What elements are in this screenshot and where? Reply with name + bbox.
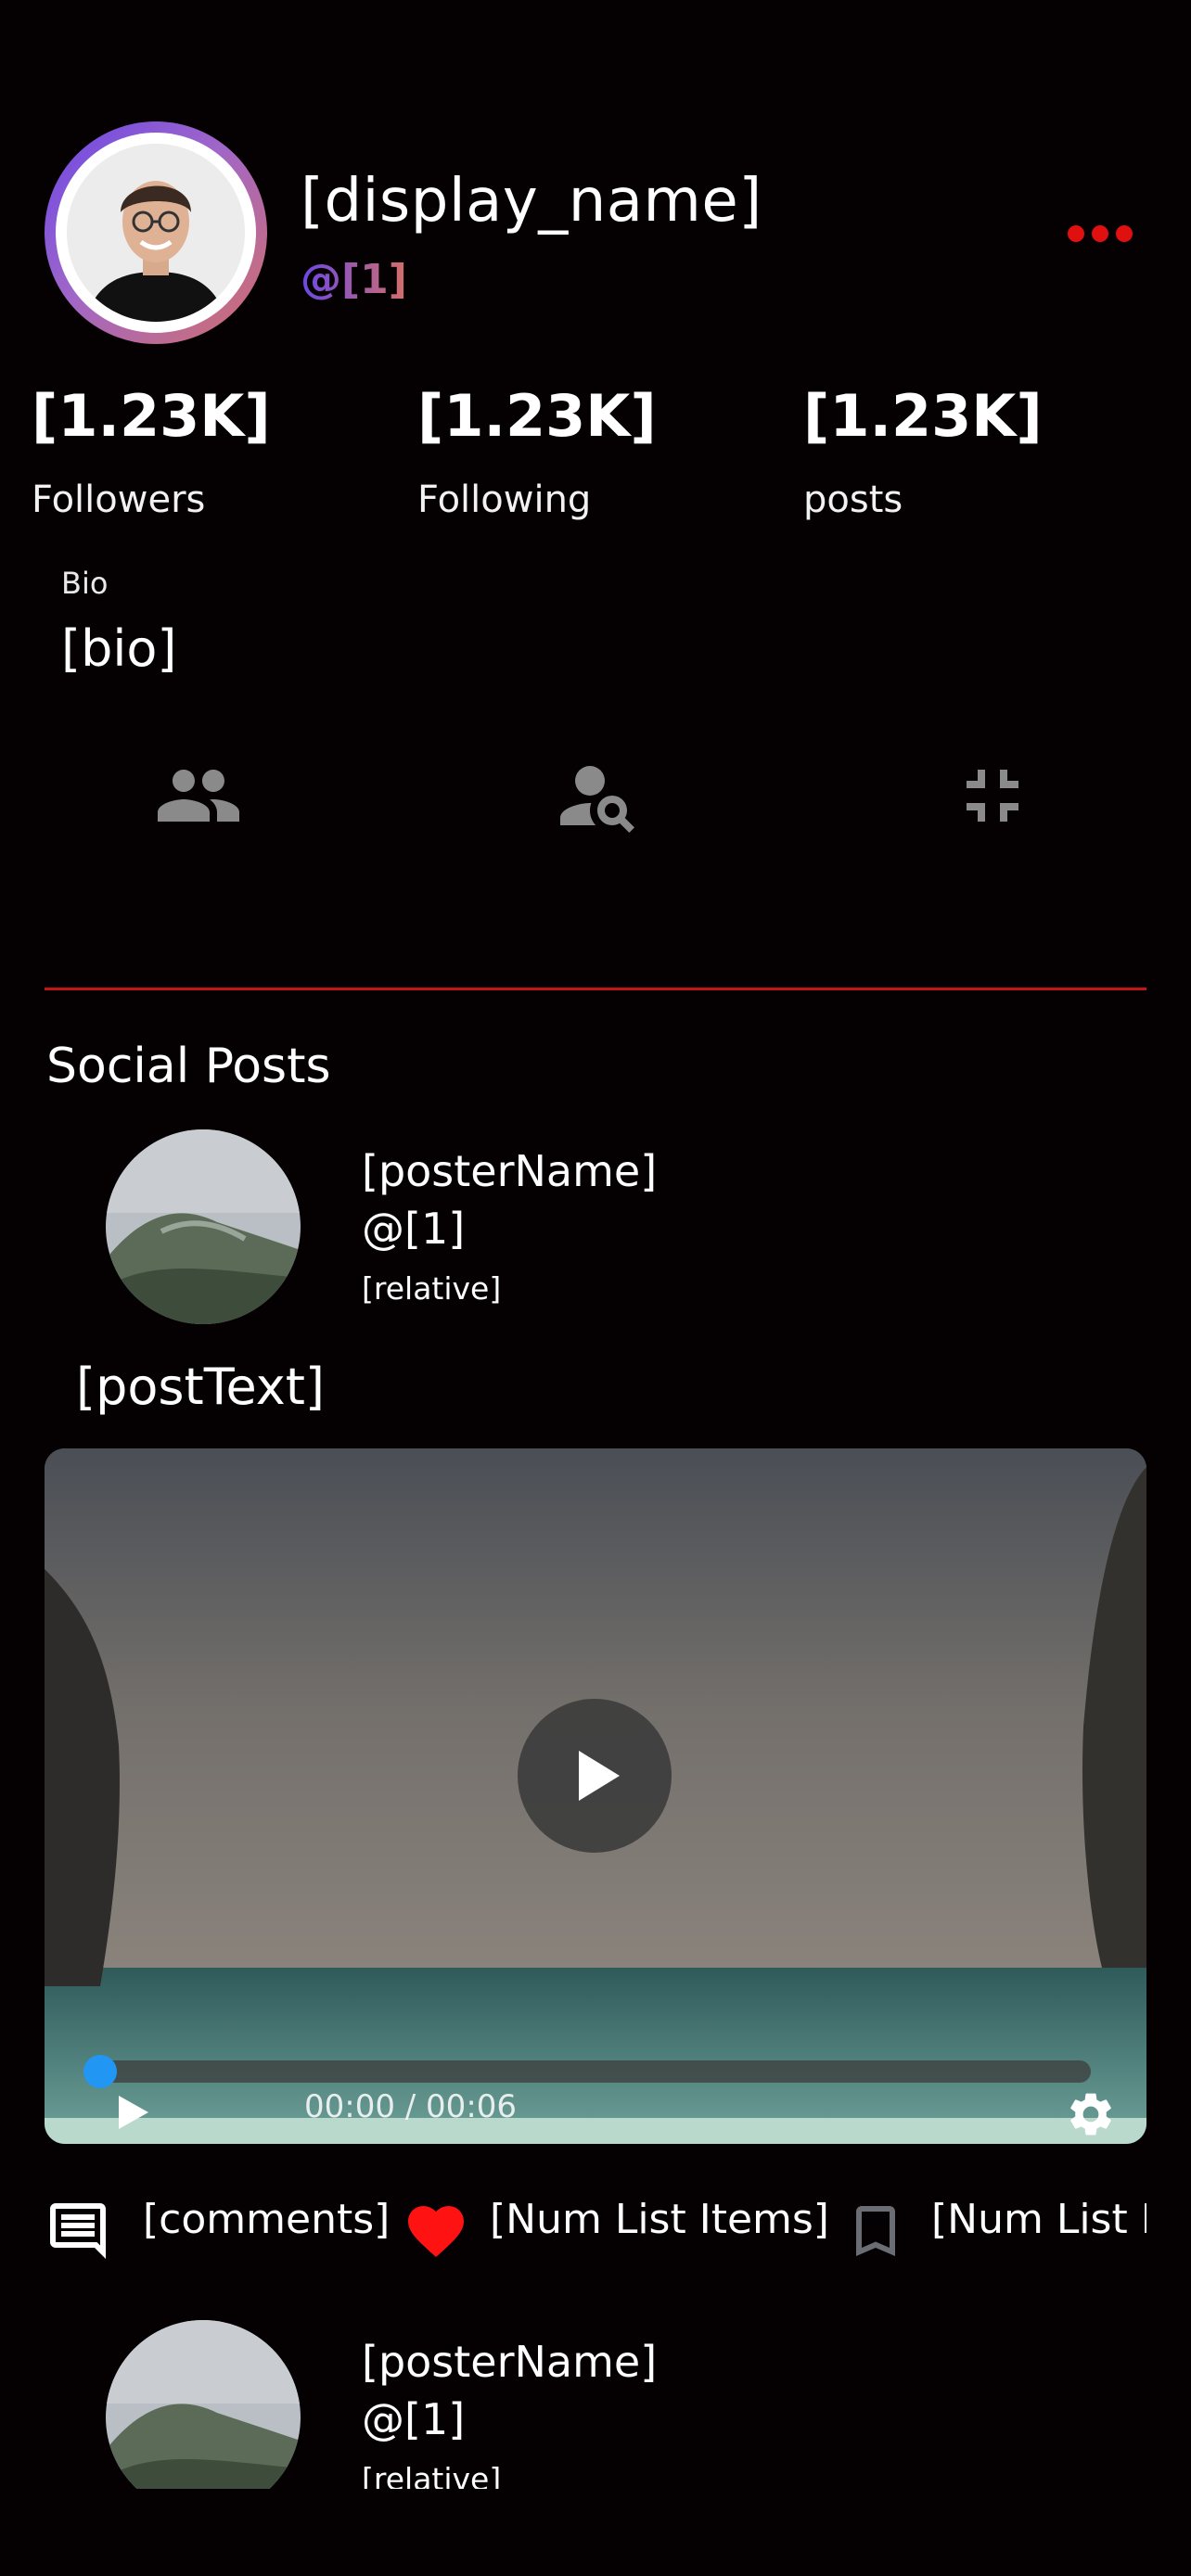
avatar-border [56,133,256,333]
collapse-icon[interactable] [948,751,1037,840]
profile-handle: @[1] [301,256,407,303]
post-relative-time: [relative] [362,1270,502,1307]
following-label: Following [417,478,592,521]
bio-text: [bio] [61,619,177,678]
poster-name[interactable]: [posterName] [362,1146,657,1196]
video-player[interactable]: 00:00 / 00:06 [45,1448,1146,2144]
comment-icon[interactable] [45,2198,111,2264]
more-horizontal-icon[interactable] [1067,223,1133,245]
profile-avatar[interactable] [45,121,267,344]
person-search-icon[interactable] [553,751,642,840]
comments-count[interactable]: [comments] [143,2196,390,2243]
followers-count[interactable]: [1.23K] [32,382,271,450]
post-text: [postText] [76,1358,325,1416]
play-icon[interactable] [115,2092,152,2136]
poster-name-2[interactable]: [posterName] [362,2337,657,2387]
likes-count[interactable]: [Num List Items] [490,2196,829,2243]
video-progress-knob[interactable] [83,2055,117,2088]
section-divider [45,988,1146,990]
heart-icon[interactable] [403,2198,469,2264]
settings-icon[interactable] [1065,2088,1117,2144]
poster-avatar[interactable] [106,1129,301,1324]
avatar-photo [67,144,245,322]
followers-label: Followers [32,478,206,521]
display-name: [display_name] [301,167,762,236]
people-icon[interactable] [154,751,243,840]
poster-handle: @[1] [362,1204,466,1254]
section-title: Social Posts [46,1039,331,1094]
posts-count[interactable]: [1.23K] [803,382,1043,450]
video-time: 00:00 / 00:06 [304,2088,518,2125]
post-item-2: [posterName] @[1] [relative] [0,2300,1191,2489]
video-progress-bar[interactable] [89,2060,1091,2083]
poster-avatar-2[interactable] [106,2320,301,2489]
saves-count[interactable]: [Num List I [931,2196,1146,2243]
following-count[interactable]: [1.23K] [417,382,657,450]
post-relative-time-2: [relative] [362,2461,502,2489]
posts-label: posts [803,478,903,521]
bookmark-icon[interactable] [842,2198,909,2264]
play-overlay-button[interactable] [518,1699,672,1853]
poster-handle-2: @[1] [362,2394,466,2444]
bio-label: Bio [61,566,109,601]
